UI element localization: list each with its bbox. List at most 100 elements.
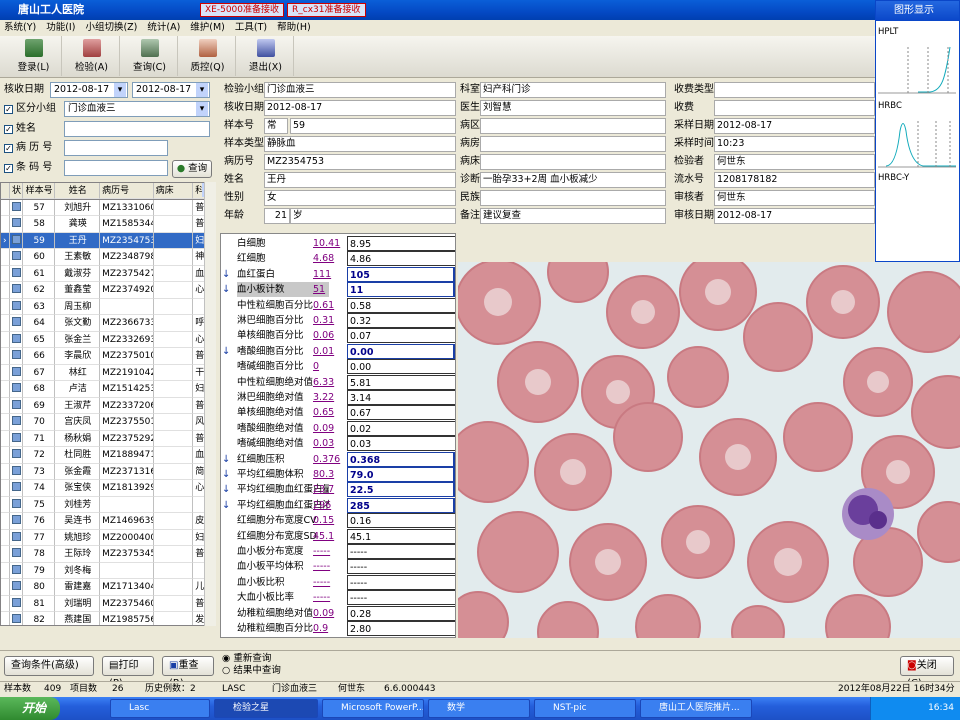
previous-result-link[interactable]: 0.9 xyxy=(313,621,345,636)
table-row[interactable]: 61 戴淑芬 MZ2375427 血 xyxy=(1,265,215,282)
doctor-field[interactable]: 刘智慧 xyxy=(480,100,666,116)
result-value-field[interactable]: 0.368 xyxy=(347,451,455,467)
table-row[interactable]: 62 董鑫莹 MZ2374920 心 xyxy=(1,282,215,299)
sex-field[interactable]: 女 xyxy=(264,190,456,206)
previous-result-link[interactable]: ----- xyxy=(313,559,345,574)
result-value-field[interactable]: ----- xyxy=(347,544,455,559)
start-button[interactable]: 开始 xyxy=(0,697,60,720)
result-value-field[interactable]: 105 xyxy=(347,266,455,282)
menu-help[interactable]: 帮助(H) xyxy=(277,20,311,36)
age-field[interactable]: 21 xyxy=(264,208,290,224)
previous-result-link[interactable]: 0.06 xyxy=(313,328,345,343)
collect-time-field[interactable]: 10:23 xyxy=(714,136,875,152)
task-powerpoint[interactable]: Microsoft PowerP... xyxy=(322,699,424,718)
previous-result-link[interactable]: 0 xyxy=(313,359,345,374)
table-row[interactable]: 67 林红 MZ2191042 干 xyxy=(1,364,215,381)
group-info-field[interactable]: 门诊血液三 xyxy=(264,82,456,98)
previous-result-link[interactable]: 0.09 xyxy=(313,606,345,621)
checker-field[interactable]: 何世东 xyxy=(714,190,875,206)
result-row[interactable]: 单核细胞百分比 0.06 0.07 xyxy=(221,328,455,344)
table-row[interactable]: 81 刘瑞明 MZ2375460 普 xyxy=(1,595,215,612)
list-scrollbar[interactable] xyxy=(204,182,216,626)
result-row[interactable]: 中性粒细胞百分比 0.61 0.58 xyxy=(221,297,455,314)
col-record-header[interactable]: 病历号 xyxy=(100,183,154,199)
requery-radio[interactable]: ◉ 重新查询 xyxy=(222,653,281,665)
barcode-checkbox[interactable]: ✓ xyxy=(4,164,13,173)
fee-type-field[interactable] xyxy=(714,82,875,98)
menu-maintenance[interactable]: 维护(M) xyxy=(190,20,225,36)
previous-result-link[interactable]: 0.61 xyxy=(313,298,345,313)
result-row[interactable]: ↓ 平均红细胞体积 80.3 79.0 xyxy=(221,467,455,483)
previous-result-link[interactable]: 111 xyxy=(313,267,345,282)
result-row[interactable]: 嗜酸细胞绝对值 0.09 0.02 xyxy=(221,420,455,437)
col-name-header[interactable]: 姓名 xyxy=(54,183,101,199)
serial-no-field[interactable]: 1208178182 xyxy=(714,172,875,188)
result-value-field[interactable]: 5.81 xyxy=(347,374,455,390)
barcode-input[interactable] xyxy=(64,160,168,176)
result-row[interactable]: 嗜碱细胞绝对值 0.03 0.03 xyxy=(221,436,455,452)
fee-field[interactable] xyxy=(714,100,875,116)
table-row[interactable]: 82 燕建国 MZ1985756 发 xyxy=(1,612,215,625)
table-row[interactable]: 71 杨秋娟 MZ2375292 普 xyxy=(1,430,215,447)
print-button[interactable]: ▤打印(P) xyxy=(102,656,154,689)
table-row[interactable]: 75 刘桂芳 xyxy=(1,496,215,513)
result-row[interactable]: 红细胞 4.68 4.86 xyxy=(221,251,455,267)
result-value-field[interactable]: 0.00 xyxy=(347,343,455,359)
previous-result-link[interactable]: 3.22 xyxy=(313,390,345,405)
name-input[interactable] xyxy=(64,121,210,137)
previous-result-link[interactable]: 0.65 xyxy=(313,405,345,420)
previous-result-link[interactable]: 23.7 xyxy=(313,482,345,497)
query-button[interactable]: ● 查询 xyxy=(172,160,212,178)
search-button[interactable]: 查询(C) xyxy=(122,36,178,76)
result-row[interactable]: ↓ 血小板计数 51 11 xyxy=(221,282,455,298)
previous-result-link[interactable]: ----- xyxy=(313,590,345,605)
previous-result-link[interactable]: 0.03 xyxy=(313,436,345,451)
age-unit-field[interactable]: 岁 xyxy=(290,208,456,224)
previous-result-link[interactable]: 0.376 xyxy=(313,452,345,467)
menu-statistics[interactable]: 统计(A) xyxy=(147,20,180,36)
table-row[interactable]: 65 张金兰 MZ2332693 心 xyxy=(1,331,215,348)
table-row[interactable]: 66 李晨欣 MZ2375010 普 xyxy=(1,348,215,365)
patient-name-field[interactable]: 王丹 xyxy=(264,172,456,188)
col-bed-header[interactable]: 病床 xyxy=(153,183,194,199)
result-row[interactable]: 血小板比积 ----- ----- xyxy=(221,574,455,591)
result-row[interactable]: 白细胞 10.41 8.95 xyxy=(221,236,455,252)
collect-date-field[interactable]: 2012-08-17 xyxy=(714,118,875,134)
result-row[interactable]: 血小板平均体积 ----- ----- xyxy=(221,559,455,575)
close-button[interactable]: ◙关闭(C) xyxy=(900,656,954,689)
table-row[interactable]: › 59 王丹 MZ2354753 妇 xyxy=(1,232,215,249)
record-input[interactable] xyxy=(64,140,168,156)
instrument-tab-xe5000[interactable]: XE-5000准备接收 xyxy=(200,3,285,17)
result-value-field[interactable]: 4.86 xyxy=(347,251,455,267)
table-row[interactable]: 72 杜同胜 MZ1889471 血 xyxy=(1,447,215,464)
dept-field[interactable]: 妇产科门诊 xyxy=(480,82,666,98)
result-row[interactable]: 嗜碱细胞百分比 0 0.00 xyxy=(221,359,455,375)
result-value-field[interactable]: ----- xyxy=(347,559,455,575)
menu-system[interactable]: 系统(Y) xyxy=(4,20,36,36)
task-lasc[interactable]: Lasc xyxy=(110,699,210,718)
filter-in-results-radio[interactable]: ○ 结果中查询 xyxy=(222,665,281,677)
result-value-field[interactable]: 45.1 xyxy=(347,528,455,544)
previous-result-link[interactable]: 10.41 xyxy=(313,236,345,251)
test-button[interactable]: 检验(A) xyxy=(64,36,120,76)
table-row[interactable]: 70 宫庆凤 MZ2375501 风 xyxy=(1,414,215,431)
date-to-select[interactable]: 2012-08-17 xyxy=(132,82,210,98)
result-value-field[interactable]: 0.03 xyxy=(347,436,455,452)
tester-field[interactable]: 何世东 xyxy=(714,154,875,170)
result-value-field[interactable]: ----- xyxy=(347,590,455,606)
sample-type-field[interactable]: 常 xyxy=(264,118,288,134)
previous-result-link[interactable]: 0.15 xyxy=(313,513,345,528)
advanced-query-button[interactable]: 查询条件(高级) xyxy=(4,656,94,676)
result-row[interactable]: ↓ 血红蛋白 111 105 xyxy=(221,266,455,283)
result-row[interactable]: 幼稚粒细胞绝对值 0.09 0.28 xyxy=(221,605,455,622)
result-row[interactable]: 大血小板比率 ----- ----- xyxy=(221,590,455,606)
table-row[interactable]: 76 吴连书 MZ1469639 皮 xyxy=(1,513,215,530)
exit-button[interactable]: 退出(X) xyxy=(238,36,294,76)
result-value-field[interactable]: 0.32 xyxy=(347,313,455,328)
group-select[interactable]: 门诊血液三 xyxy=(64,101,210,117)
task-folder-nst[interactable]: NST-pic xyxy=(534,699,636,718)
previous-result-link[interactable]: ----- xyxy=(313,544,345,559)
previous-result-link[interactable]: 4.68 xyxy=(313,251,345,266)
previous-result-link[interactable]: 6.33 xyxy=(313,375,345,390)
table-row[interactable]: 68 卢洁 MZ1514253 妇 xyxy=(1,381,215,398)
